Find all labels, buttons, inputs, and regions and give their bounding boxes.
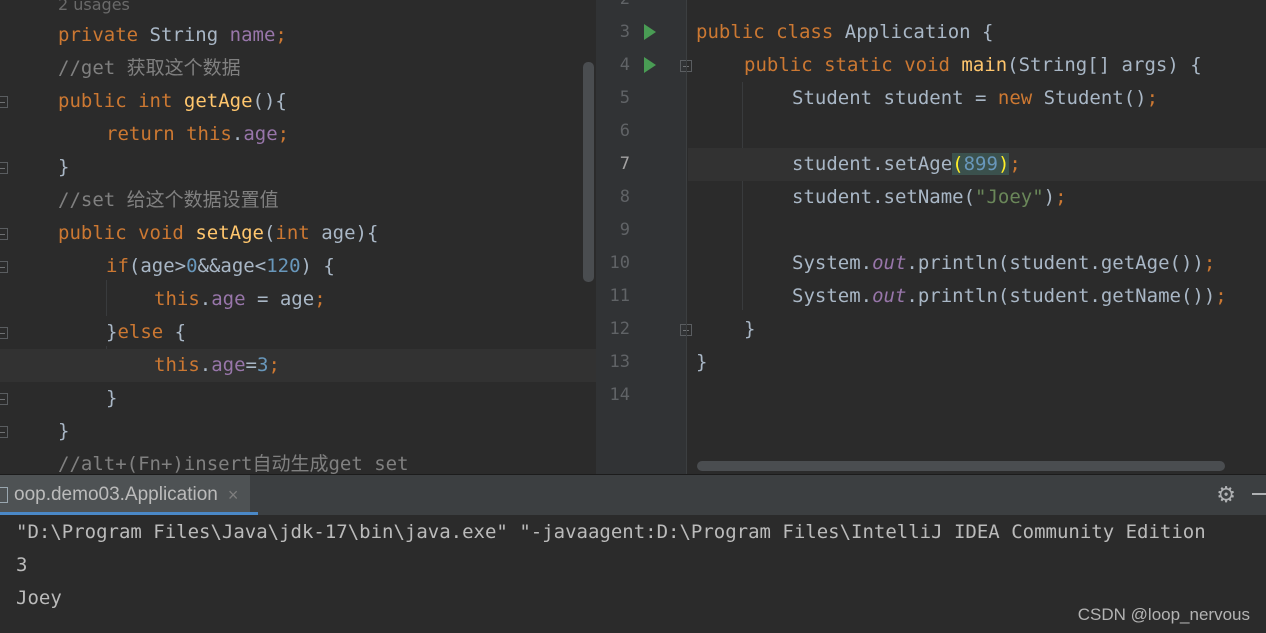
run-tool-window-header: oop.demo03.Application × ⚙ [0,475,1266,515]
code-line: } [0,382,596,415]
code-line: } [696,351,708,373]
code-line: //alt+(Fn+)insert自动生成get set [58,453,409,474]
code-line: } [0,415,596,448]
code-line: }else { [0,316,596,349]
code-line: public void setAge(int age){ [0,217,596,250]
code-line: this.age = age; [154,288,326,310]
fold-icon[interactable] [0,393,8,405]
code-line: public int getAge(){ [0,85,596,118]
code-line: //set 给这个数据设置值 [58,189,279,211]
fold-icon[interactable] [0,162,8,174]
code-line: student.setName("Joey"); [792,186,1067,208]
horizontal-scrollbar[interactable] [697,461,1225,471]
code-line: 2 usages [0,0,596,21]
console-line: 3 [16,554,28,576]
code-line: private String name; [58,24,287,46]
console-line: Joey [16,587,62,609]
fold-icon[interactable] [0,261,8,273]
console-output[interactable]: "D:\Program Files\Java\jdk-17\bin\java.e… [0,515,1266,633]
watermark: CSDN @loop_nervous [1077,605,1250,624]
code-line: } [0,151,596,184]
gear-icon[interactable]: ⚙ [1216,483,1236,508]
vertical-scrollbar[interactable] [583,62,594,282]
usages-hint[interactable]: 2 usages [58,0,130,21]
code-line-current: student.setAge(899); [688,148,1266,181]
fold-icon[interactable] [0,228,8,240]
run-tab[interactable]: oop.demo03.Application × [0,475,258,515]
fold-icon[interactable] [0,327,8,339]
code-line: if(age>0&&age<120) { [0,250,596,283]
code-line: System.out.println(student.getAge()); [792,252,1216,274]
code-line: public class Application { [696,21,994,43]
line-number: 2 [596,0,630,16]
code-line: return this.age; [106,123,290,145]
code-line: System.out.println(student.getName()); [792,285,1227,307]
console-line: "D:\Program Files\Java\jdk-17\bin\java.e… [16,521,1206,543]
fold-icon[interactable] [0,96,8,108]
right-editor-pane[interactable]: 2 3 4 5 6 7 8 9 10 11 12 13 14 public cl… [596,0,1266,474]
fold-icon[interactable] [0,426,8,438]
run-config-icon [0,487,8,503]
code-line: } [744,318,756,340]
code-line-current: this.age=3; [0,349,596,382]
code-line: //get 获取这个数据 [58,57,241,79]
minimize-icon[interactable] [1252,493,1266,495]
close-icon[interactable]: × [228,485,239,506]
run-tab-label: oop.demo03.Application [14,484,218,505]
code-line: Student student = new Student(); [792,87,1159,109]
left-editor-pane[interactable]: 2 usages private String name; //get 获取这个… [0,0,596,474]
code-line: public static void main(String[] args) { [744,54,1202,76]
